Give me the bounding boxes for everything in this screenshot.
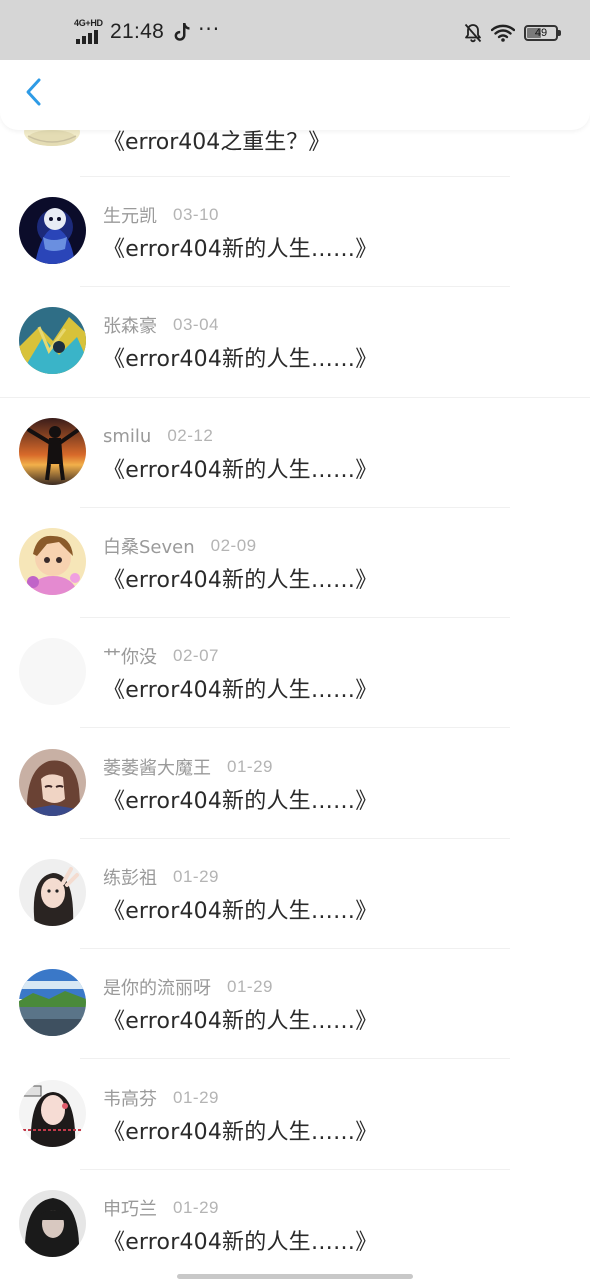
item-meta: 申巧兰 01-29 [103, 1196, 219, 1220]
clock: 21:48 [110, 20, 165, 43]
author-name[interactable]: 生元凯 [103, 202, 157, 228]
battery-percent: 49 [534, 27, 548, 39]
avatar[interactable] [19, 859, 86, 926]
item-title[interactable]: 《error404新的人生……》 [103, 231, 377, 263]
item-meta: 萎萎酱大魔王 01-29 [103, 755, 273, 779]
post-date: 02-09 [210, 536, 257, 555]
list-item[interactable]: 是你的流丽呀 01-29 《error404新的人生……》 [0, 969, 590, 1079]
avatar[interactable] [19, 638, 86, 705]
author-name[interactable]: 是你的流丽呀 [103, 974, 211, 1000]
item-meta: 张森豪 03-04 [103, 313, 219, 337]
author-name[interactable]: 艹你没 [103, 643, 157, 669]
divider [80, 948, 510, 949]
divider [80, 176, 510, 177]
wifi-icon [491, 24, 515, 42]
divider [80, 507, 510, 508]
status-bar: 4G+HD 21:48 ··· 49 [0, 0, 590, 60]
avatar[interactable] [19, 749, 86, 816]
avatar[interactable] [19, 418, 86, 485]
tiktok-icon [174, 23, 190, 41]
post-date: 02-12 [167, 426, 214, 445]
home-indicator[interactable] [177, 1274, 413, 1279]
divider [80, 1058, 510, 1059]
list-item[interactable]: 练彭祖 01-29 《error404新的人生……》 [0, 859, 590, 969]
avatar[interactable] [19, 1190, 86, 1257]
item-meta: 白桑Seven 02-09 [103, 534, 257, 558]
item-title[interactable]: 《error404新的人生……》 [103, 1114, 377, 1146]
author-name[interactable]: 张森豪 [103, 312, 157, 338]
avatar[interactable] [19, 528, 86, 595]
list-item[interactable]: 韦高芬 01-29 《error404新的人生……》 [0, 1080, 590, 1190]
list-item[interactable]: smilu 02-12 《error404新的人生……》 [0, 418, 590, 528]
author-name[interactable]: 韦高芬 [103, 1085, 157, 1111]
header-bar [0, 56, 590, 130]
item-meta: 艹你没 02-07 [103, 644, 219, 668]
divider [0, 397, 590, 398]
author-name[interactable]: 白桑Seven [103, 533, 195, 559]
item-title[interactable]: 《error404新的人生……》 [103, 672, 377, 704]
mute-bell-icon [464, 23, 482, 43]
list-item[interactable]: 艹你没 02-07 《error404新的人生……》 [0, 638, 590, 748]
item-meta: 生元凯 03-10 [103, 203, 219, 227]
post-date: 01-29 [173, 1198, 219, 1217]
list-item[interactable]: 生元凯 03-10 《error404新的人生……》 [0, 197, 590, 307]
list-item[interactable]: 萎萎酱大魔王 01-29 《error404新的人生……》 [0, 749, 590, 859]
post-date: 01-29 [173, 1088, 219, 1107]
avatar[interactable] [19, 1080, 86, 1147]
more-notifications-icon: ··· [198, 17, 221, 41]
comment-list: 《error404之重生？》 生元凯 03-10 《error404新的人生……… [0, 0, 590, 1280]
item-title[interactable]: 《error404新的人生……》 [103, 452, 377, 484]
post-date: 01-29 [227, 757, 273, 776]
post-date: 03-04 [173, 315, 219, 334]
divider [80, 727, 510, 728]
avatar[interactable] [19, 307, 86, 374]
list-item[interactable]: 白桑Seven 02-09 《error404新的人生……》 [0, 528, 590, 638]
list-item[interactable]: 张森豪 03-04 《error404新的人生……》 [0, 307, 590, 417]
back-button[interactable] [14, 72, 54, 112]
battery-icon: 49 [524, 25, 561, 41]
screen: 4G+HD 21:48 ··· 49 《error404之重生？》 生元凯 03… [0, 0, 590, 1280]
post-date: 03-10 [173, 205, 219, 224]
post-date: 01-29 [173, 867, 219, 886]
post-date: 01-29 [227, 977, 273, 996]
item-meta: smilu 02-12 [103, 424, 213, 448]
author-name[interactable]: 申巧兰 [103, 1195, 157, 1221]
author-name[interactable]: 萎萎酱大魔王 [103, 754, 211, 780]
divider [80, 286, 510, 287]
author-name[interactable]: smilu [103, 426, 151, 447]
item-title[interactable]: 《error404新的人生……》 [103, 783, 377, 815]
item-title[interactable]: 《error404新的人生……》 [103, 893, 377, 925]
status-left: 4G+HD 21:48 ··· [74, 18, 220, 46]
status-right: 49 [464, 20, 561, 46]
avatar[interactable] [19, 197, 86, 264]
avatar[interactable] [19, 969, 86, 1036]
item-meta: 韦高芬 01-29 [103, 1086, 219, 1110]
post-date: 02-07 [173, 646, 219, 665]
divider [80, 1169, 510, 1170]
item-title[interactable]: 《error404新的人生……》 [103, 341, 377, 373]
divider [80, 838, 510, 839]
network-type: 4G+HD [74, 18, 103, 28]
list-item[interactable]: 申巧兰 01-29 《error404新的人生……》 [0, 1190, 590, 1280]
divider [80, 617, 510, 618]
author-name[interactable]: 练彭祖 [103, 864, 157, 890]
item-meta: 练彭祖 01-29 [103, 865, 219, 889]
chevron-left-icon [26, 78, 41, 106]
item-title[interactable]: 《error404新的人生……》 [103, 1224, 377, 1256]
item-meta: 是你的流丽呀 01-29 [103, 975, 273, 999]
item-title[interactable]: 《error404新的人生……》 [103, 562, 377, 594]
signal-icon: 4G+HD [74, 18, 106, 44]
item-title[interactable]: 《error404新的人生……》 [103, 1003, 377, 1035]
